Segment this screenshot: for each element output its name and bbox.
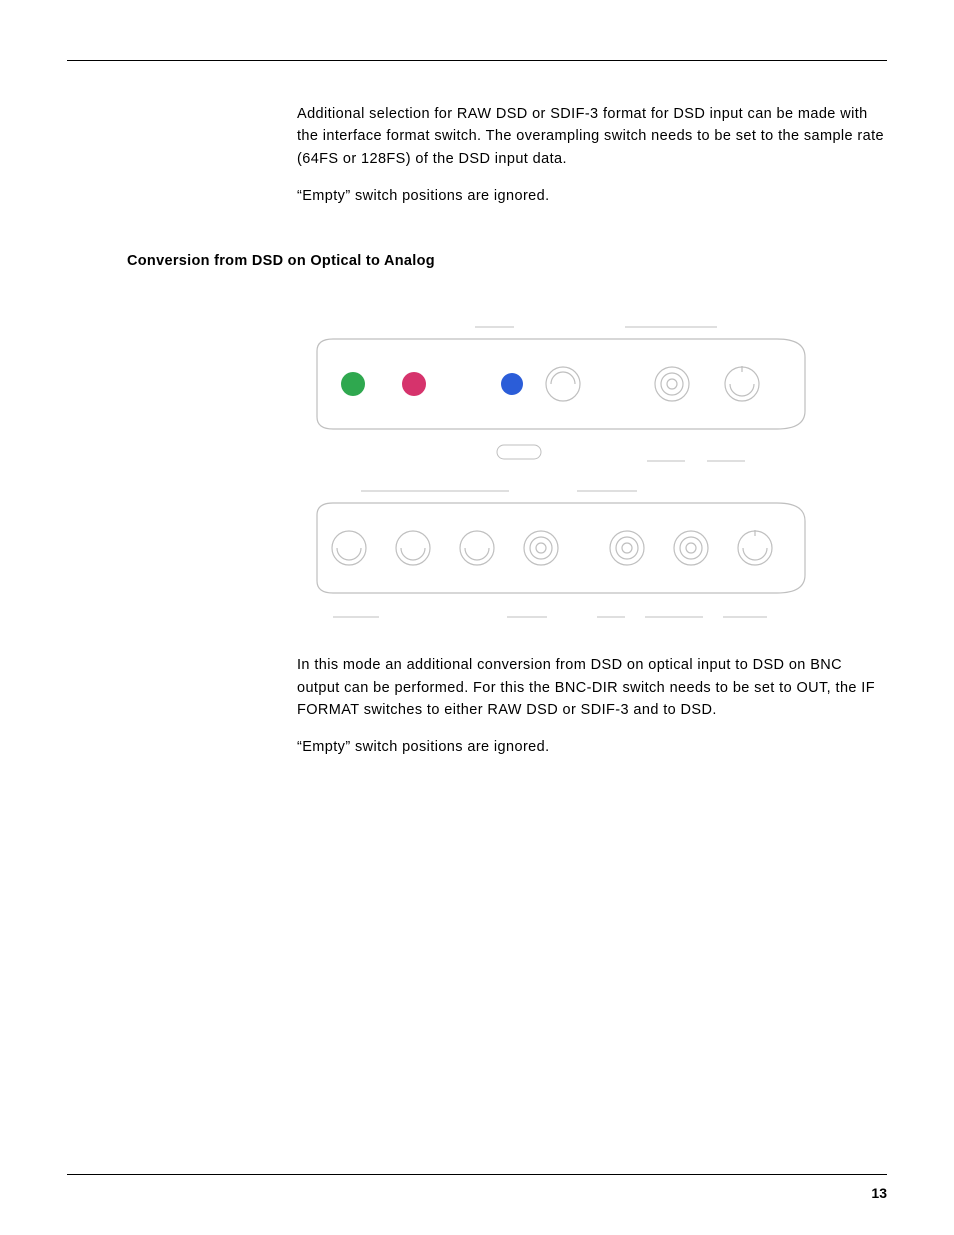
- connector-bottom-4: [524, 531, 558, 565]
- paragraph-2: “Empty” switch positions are ignored.: [297, 185, 887, 207]
- paragraph-3: In this mode an additional conversion fr…: [297, 654, 887, 721]
- section-heading: Conversion from DSD on Optical to Analog: [127, 253, 887, 269]
- connector-bottom-2: [396, 531, 430, 565]
- connector-top-1: [546, 367, 580, 401]
- connector-top-3: [725, 366, 759, 401]
- led-red: [402, 372, 426, 396]
- connector-bottom-6: [674, 531, 708, 565]
- page-number: 13: [871, 1185, 887, 1201]
- bottom-rule: [67, 1174, 887, 1175]
- connector-top-2: [655, 367, 689, 401]
- top-rule: [67, 60, 887, 61]
- connector-bottom-1: [332, 531, 366, 565]
- connector-bottom-7: [738, 530, 772, 565]
- connector-diagram: [297, 299, 827, 629]
- paragraph-1: Additional selection for RAW DSD or SDIF…: [297, 103, 887, 170]
- connector-bottom-3: [460, 531, 494, 565]
- connector-bottom-5: [610, 531, 644, 565]
- led-green: [341, 372, 365, 396]
- led-blue: [501, 373, 523, 395]
- paragraph-4: “Empty” switch positions are ignored.: [297, 736, 887, 758]
